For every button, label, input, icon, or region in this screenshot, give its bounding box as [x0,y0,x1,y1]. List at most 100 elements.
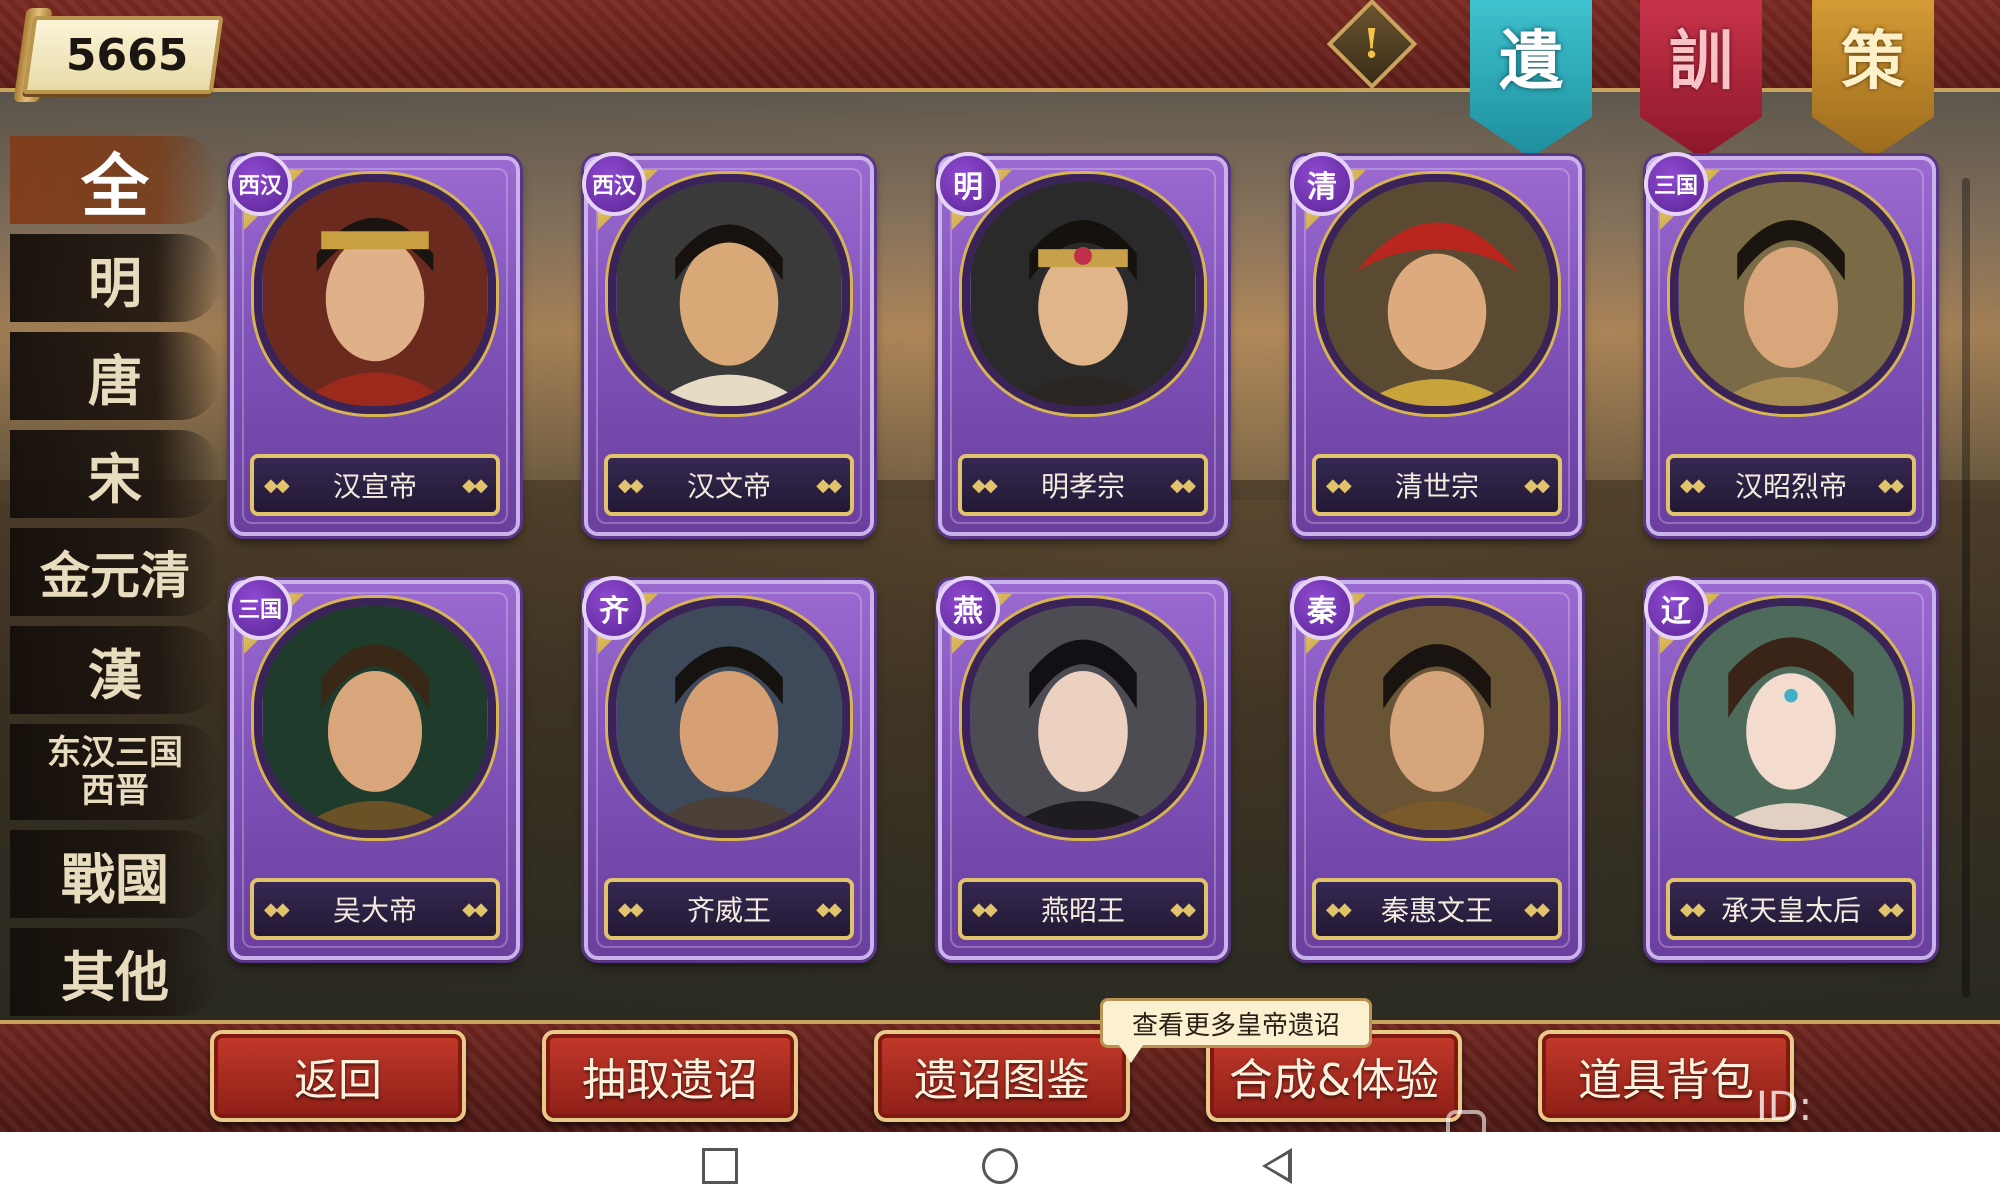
currency-display: 5665 [22,16,224,94]
character-name: 齐威王 [686,894,771,927]
portrait-image [608,598,850,838]
portrait-image [962,598,1204,838]
deco-left: ◆◆ [972,898,998,920]
game-screen: 5665 ! 遺 訓 策 全 明 唐 宋 金元清 漢 东汉三国 西晋 戰國 其他… [0,0,2000,1132]
portrait-image [1670,598,1912,838]
deco-right: ◆◆ [1878,898,1904,920]
filter-tang[interactable]: 唐 [10,332,220,420]
deco-right: ◆◆ [1878,474,1904,496]
deco-left: ◆◆ [264,474,290,496]
dynasty-badge: 辽 [1644,576,1708,640]
deco-right: ◆◆ [1170,474,1196,496]
back-icon[interactable] [1262,1148,1292,1184]
filter-label: 唐 [88,348,142,413]
deco-left: ◆◆ [1326,474,1352,496]
dynasty-badge: 西汉 [582,152,646,216]
portrait-image [1316,174,1558,414]
scrollbar[interactable] [1962,178,1970,998]
portrait-image [1316,598,1558,838]
dynasty-badge: 齐 [582,576,646,640]
dynasty-filter-list: 全 明 唐 宋 金元清 漢 东汉三国 西晋 戰國 其他 [10,136,220,1016]
filter-label: 金元清 [40,546,190,605]
character-card[interactable]: 齐 ◆◆ 齐威王 ◆◆ [582,576,874,960]
name-plate: ◆◆ 汉文帝 ◆◆ [604,454,854,516]
button-label: 抽取遗诏 [582,1055,758,1106]
exclamation-icon: ! [1363,20,1381,68]
filter-jin-yuan-qing[interactable]: 金元清 [10,528,220,616]
character-card[interactable]: 辽 ◆◆ 承天皇太后 ◆◆ [1644,576,1936,960]
currency-value: 5665 [66,29,189,81]
deco-left: ◆◆ [1326,898,1352,920]
portrait-image [254,598,496,838]
deco-right: ◆◆ [462,898,488,920]
character-card[interactable]: 三国 ◆◆ 吴大帝 ◆◆ [228,576,520,960]
filter-label: 全 [80,146,149,227]
name-plate: ◆◆ 吴大帝 ◆◆ [250,878,500,940]
filter-all[interactable]: 全 [10,136,220,227]
banner-label: 策 [1841,24,1905,99]
button-label: 遗诏图鉴 [914,1055,1090,1106]
name-plate: ◆◆ 齐威王 ◆◆ [604,878,854,940]
edict-gallery-button[interactable]: 遗诏图鉴 [874,1030,1130,1122]
dynasty-badge: 三国 [1644,152,1708,216]
filter-label: 其他 [61,944,169,1009]
character-name: 明孝宗 [1040,470,1125,503]
dynasty-badge: 秦 [1290,576,1354,640]
filter-song[interactable]: 宋 [10,430,220,518]
watermark-id: ID: 12464641 [1756,1084,1960,1132]
character-card[interactable]: 三国 ◆◆ 汉昭烈帝 ◆◆ [1644,152,1936,536]
filter-zhanguo[interactable]: 戰國 [10,830,220,918]
name-plate: ◆◆ 清世宗 ◆◆ [1312,454,1562,516]
filter-label: 戰國 [61,846,169,911]
character-card[interactable]: 西汉 ◆◆ 汉宣帝 ◆◆ [228,152,520,536]
deco-left: ◆◆ [972,474,998,496]
character-name: 汉文帝 [686,470,771,503]
deco-left: ◆◆ [1680,474,1706,496]
deco-right: ◆◆ [1524,474,1550,496]
filter-ming[interactable]: 明 [10,234,220,322]
character-name: 燕昭王 [1040,894,1125,927]
dynasty-badge: 明 [936,152,1000,216]
character-card[interactable]: 明 ◆◆ 明孝宗 ◆◆ [936,152,1228,536]
button-label: 返回 [294,1055,382,1106]
back-button[interactable]: 返回 [210,1030,466,1122]
button-label: 合成&体验 [1228,1055,1440,1106]
deco-right: ◆◆ [816,898,842,920]
banner-label: 遺 [1499,24,1563,99]
banner-label: 訓 [1669,24,1733,99]
character-name: 吴大帝 [332,894,417,927]
character-name: 汉宣帝 [332,470,417,503]
dynasty-badge: 清 [1290,152,1354,216]
filter-donghan-sanguo-xijin[interactable]: 东汉三国 西晋 [10,724,220,820]
filter-label: 宋 [88,446,142,511]
filter-label: 明 [88,250,142,315]
filter-other[interactable]: 其他 [10,928,220,1016]
character-card[interactable]: 清 ◆◆ 清世宗 ◆◆ [1290,152,1582,536]
character-name: 秦惠文王 [1380,894,1493,927]
draw-edict-button[interactable]: 抽取遗诏 [542,1030,798,1122]
character-name: 清世宗 [1394,470,1479,503]
name-plate: ◆◆ 秦惠文王 ◆◆ [1312,878,1562,940]
deco-right: ◆◆ [816,474,842,496]
home-icon[interactable] [982,1148,1018,1184]
deco-left: ◆◆ [1680,898,1706,920]
portrait-image [608,174,850,414]
button-label: 道具背包 [1578,1055,1754,1106]
character-card[interactable]: 燕 ◆◆ 燕昭王 ◆◆ [936,576,1228,960]
portrait-image [1670,174,1912,414]
portrait-image [254,174,496,414]
name-plate: ◆◆ 明孝宗 ◆◆ [958,454,1208,516]
character-name: 承天皇太后 [1720,894,1861,927]
filter-label: 东汉三国 [47,733,183,773]
name-plate: ◆◆ 汉宣帝 ◆◆ [250,454,500,516]
character-name: 汉昭烈帝 [1734,470,1847,503]
deco-right: ◆◆ [1524,898,1550,920]
filter-label: 漢 [88,642,142,707]
character-card[interactable]: 西汉 ◆◆ 汉文帝 ◆◆ [582,152,874,536]
deco-left: ◆◆ [618,898,644,920]
filter-han[interactable]: 漢 [10,626,220,714]
recent-apps-icon[interactable] [702,1148,738,1184]
gallery-tooltip: 查看更多皇帝遗诏 [1100,998,1372,1063]
deco-right: ◆◆ [1170,898,1196,920]
character-card[interactable]: 秦 ◆◆ 秦惠文王 ◆◆ [1290,576,1582,960]
